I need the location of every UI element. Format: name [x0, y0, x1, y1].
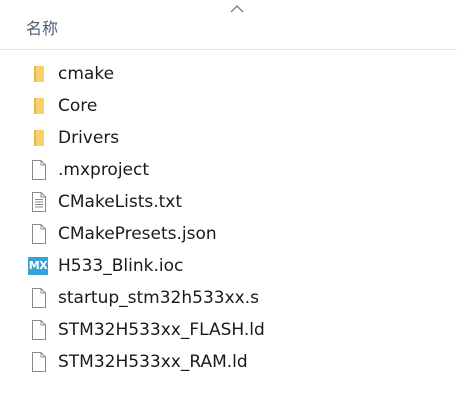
- mx-icon: MX: [28, 255, 50, 277]
- file-name: Drivers: [58, 128, 120, 148]
- folder-icon: [28, 63, 50, 85]
- file-icon: [28, 287, 50, 309]
- file-name: STM32H533xx_FLASH.ld: [58, 320, 265, 340]
- list-item-cmake[interactable]: cmake: [0, 58, 457, 90]
- file-name: H533_Blink.ioc: [58, 256, 184, 276]
- file-explorer: 名称 cmake Core Drivers .mxproject CMakeLi…: [0, 0, 457, 417]
- file-icon: [28, 351, 50, 373]
- file-icon: [28, 319, 50, 341]
- list-item-mxproject[interactable]: .mxproject: [0, 154, 457, 186]
- list-item-ioc[interactable]: MX H533_Blink.ioc: [0, 250, 457, 282]
- sort-ascending-icon[interactable]: [230, 4, 244, 14]
- list-item-core[interactable]: Core: [0, 90, 457, 122]
- text-file-icon: [28, 191, 50, 213]
- list-item-startup[interactable]: startup_stm32h533xx.s: [0, 282, 457, 314]
- name-column-header[interactable]: 名称: [26, 18, 58, 40]
- file-name: .mxproject: [58, 160, 150, 180]
- list-item-cmakelists[interactable]: CMakeLists.txt: [0, 186, 457, 218]
- file-icon: [28, 223, 50, 245]
- list-item-cmakepresets[interactable]: CMakePresets.json: [0, 218, 457, 250]
- list-item-ram-ld[interactable]: STM32H533xx_RAM.ld: [0, 346, 457, 378]
- file-icon: [28, 159, 50, 181]
- list-item-drivers[interactable]: Drivers: [0, 122, 457, 154]
- file-name: CMakeLists.txt: [58, 192, 183, 212]
- list-item-flash-ld[interactable]: STM32H533xx_FLASH.ld: [0, 314, 457, 346]
- file-name: cmake: [58, 64, 115, 84]
- file-name: startup_stm32h533xx.s: [58, 288, 259, 308]
- file-name: Core: [58, 96, 98, 116]
- file-name: CMakePresets.json: [58, 224, 217, 244]
- folder-icon: [28, 127, 50, 149]
- folder-icon: [28, 95, 50, 117]
- file-name: STM32H533xx_RAM.ld: [58, 352, 248, 372]
- mx-badge: MX: [28, 257, 48, 275]
- column-header-row: 名称: [0, 0, 457, 50]
